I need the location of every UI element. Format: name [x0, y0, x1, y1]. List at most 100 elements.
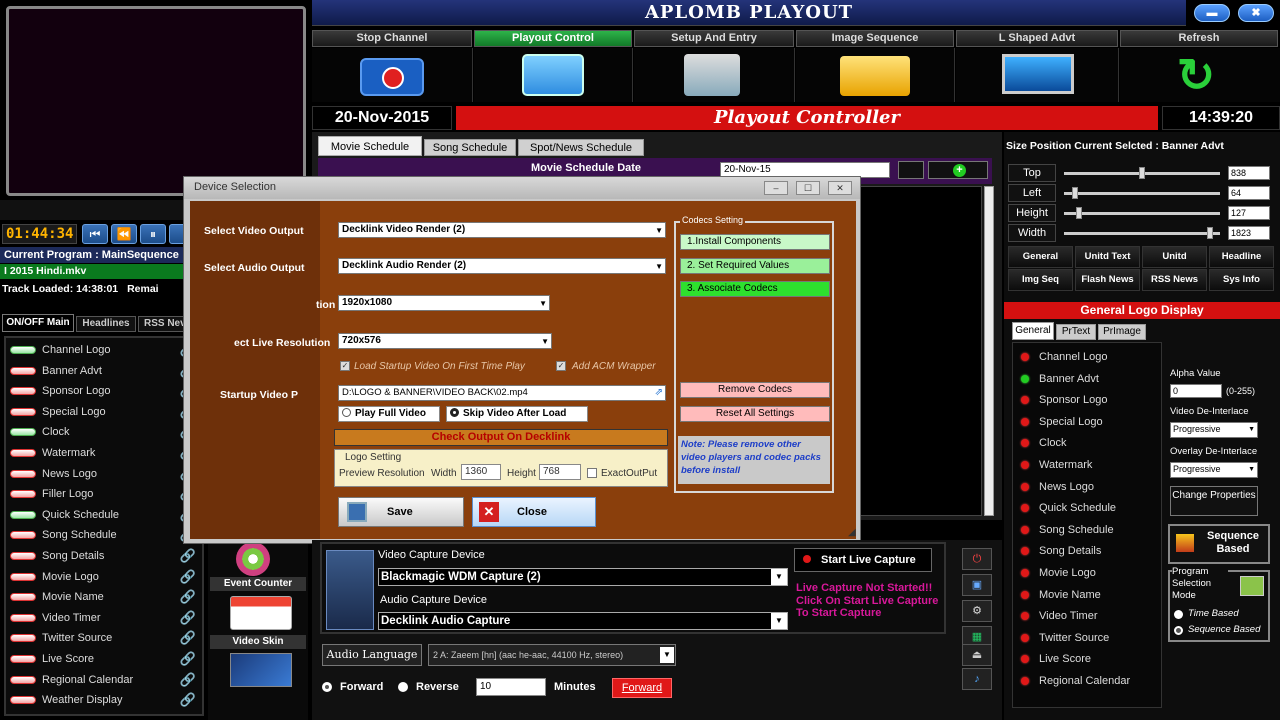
- change-properties-button[interactable]: Change Properties: [1170, 486, 1258, 516]
- paperclip-icon[interactable]: 🔗: [180, 692, 196, 708]
- list-item[interactable]: Video Timer 🔗: [6, 608, 202, 628]
- logo-list-item[interactable]: Movie Name: [1013, 585, 1161, 605]
- toggle-switch[interactable]: [10, 531, 36, 540]
- video-output-select[interactable]: Decklink Video Render (2) ▼: [338, 222, 666, 238]
- logo-list-item[interactable]: Sponsor Logo: [1013, 390, 1161, 410]
- music-tool-icon[interactable]: ♪: [962, 668, 992, 690]
- prev-button[interactable]: ⏮: [82, 224, 108, 244]
- add-acm-checkbox[interactable]: ✓: [556, 361, 566, 371]
- sub-tab-primage[interactable]: PrImage: [1098, 324, 1146, 340]
- media-tool-icon[interactable]: ⏏: [962, 644, 992, 666]
- resize-grip-icon[interactable]: ◢: [848, 527, 856, 538]
- sub-tab-prtext[interactable]: PrText: [1056, 324, 1096, 340]
- save-button[interactable]: Save: [338, 497, 464, 527]
- browse-icon[interactable]: ⇗: [655, 386, 663, 400]
- list-item[interactable]: Special Logo🔗: [6, 402, 202, 422]
- toggle-switch[interactable]: [10, 613, 36, 622]
- tab-movie-schedule[interactable]: Movie Schedule: [318, 136, 422, 156]
- logo-list-item[interactable]: Twitter Source: [1013, 628, 1161, 648]
- list-item[interactable]: Banner Advt🔗: [6, 361, 202, 381]
- slider-thumb[interactable]: [1076, 207, 1082, 219]
- monitor-tool-icon[interactable]: ▣: [962, 574, 992, 596]
- tab-rss-news[interactable]: RSS Nev: [138, 316, 188, 332]
- tab-song-schedule[interactable]: Song Schedule: [424, 139, 516, 156]
- toggle-switch[interactable]: [10, 510, 36, 519]
- audio-language-select[interactable]: 2 A: Zaeem [hn] (aac he-aac, 44100 Hz, s…: [428, 644, 676, 666]
- media-player-icon[interactable]: [236, 542, 270, 576]
- install-components-button[interactable]: 1.Install Components: [680, 234, 830, 250]
- resolution-select[interactable]: 1920x1080 ▼: [338, 295, 550, 311]
- slider-thumb[interactable]: [1071, 187, 1078, 199]
- toggle-switch[interactable]: [10, 593, 36, 602]
- forward-button[interactable]: Forward: [612, 678, 672, 698]
- calendar-icon[interactable]: [230, 596, 292, 630]
- video-path-input[interactable]: D:\LOGO & BANNER\VIDEO BACK\02.mp4 ⇗: [338, 385, 666, 401]
- list-item[interactable]: Filler Logo🔗: [6, 484, 202, 504]
- reverse-radio-icon[interactable]: [398, 682, 408, 692]
- paperclip-icon[interactable]: 🔗: [180, 610, 196, 626]
- video-skin-icon[interactable]: [230, 653, 292, 687]
- settings-tool-icon[interactable]: ⚙: [962, 600, 992, 622]
- audio-output-select[interactable]: Decklink Audio Render (2) ▼: [338, 258, 666, 274]
- alpha-input[interactable]: 0: [1170, 384, 1222, 398]
- dialog-maximize-button[interactable]: ☐: [796, 181, 820, 195]
- paperclip-icon[interactable]: 🔗: [180, 630, 196, 646]
- tab-setup-and-entry[interactable]: Setup And Entry: [634, 30, 794, 47]
- logo-list-item[interactable]: Watermark: [1013, 455, 1161, 475]
- logo-list-item[interactable]: Movie Logo: [1013, 563, 1161, 583]
- slider-track[interactable]: [1064, 232, 1220, 235]
- mode-button[interactable]: General: [1008, 246, 1073, 268]
- height-input[interactable]: 768: [539, 464, 581, 480]
- playout-control-cell[interactable]: [474, 48, 633, 102]
- tab-l-shaped-advt[interactable]: L Shaped Advt: [956, 30, 1118, 47]
- tab-playout-control[interactable]: Playout Control: [474, 30, 632, 47]
- time-based-radio[interactable]: [1174, 610, 1183, 619]
- list-item[interactable]: Channel Logo🔗: [6, 340, 202, 360]
- list-item[interactable]: Movie Name 🔗: [6, 587, 202, 607]
- check-output-button[interactable]: Check Output On Decklink: [334, 429, 668, 446]
- logo-list-item[interactable]: News Logo: [1013, 477, 1161, 497]
- slider-value-input[interactable]: 1823: [1228, 226, 1270, 240]
- slider-thumb[interactable]: [1206, 227, 1213, 239]
- load-startup-checkbox[interactable]: ✓: [340, 361, 350, 371]
- tab-image-sequence[interactable]: Image Sequence: [796, 30, 954, 47]
- toggle-switch[interactable]: [10, 655, 36, 663]
- close-button[interactable]: ✕ Close: [472, 497, 596, 527]
- list-item[interactable]: Song Schedule🔗: [6, 525, 202, 545]
- slider-value-input[interactable]: 64: [1228, 186, 1270, 200]
- forward-radio-icon[interactable]: [322, 682, 332, 692]
- mode-button[interactable]: RSS News: [1142, 269, 1207, 291]
- logo-list-item[interactable]: Quick Schedule: [1013, 498, 1161, 518]
- pause-button[interactable]: ⏸: [140, 224, 166, 244]
- play-full-radio-group[interactable]: Play Full Video: [338, 406, 440, 422]
- toggle-switch[interactable]: [10, 696, 36, 705]
- close-app-button[interactable]: ✖: [1238, 4, 1274, 22]
- toggle-switch[interactable]: [10, 552, 36, 560]
- list-item[interactable]: Weather Display 🔗: [6, 690, 202, 710]
- toggle-switch[interactable]: [10, 469, 36, 478]
- logo-list-item[interactable]: Special Logo: [1013, 412, 1161, 432]
- slider-value-input[interactable]: 127: [1228, 206, 1270, 220]
- audio-capture-select[interactable]: Decklink Audio Capture ▼: [378, 612, 788, 630]
- slider-thumb[interactable]: [1139, 167, 1145, 179]
- refresh-cell[interactable]: ↻: [1120, 48, 1280, 102]
- start-live-capture-button[interactable]: Start Live Capture: [794, 548, 932, 572]
- video-deinterlace-select[interactable]: Progressive ▼: [1170, 422, 1258, 438]
- toggle-switch[interactable]: [10, 407, 36, 416]
- set-required-values-button[interactable]: 2. Set Required Values: [680, 258, 830, 274]
- logo-list-item[interactable]: Song Schedule: [1013, 520, 1161, 540]
- skip-video-radio-group[interactable]: Skip Video After Load: [446, 406, 588, 422]
- tab-headlines[interactable]: Headlines: [76, 316, 136, 332]
- list-item[interactable]: Song Details 🔗: [6, 546, 202, 566]
- mode-button[interactable]: Unitd Text: [1075, 246, 1140, 268]
- mode-button[interactable]: Unitd: [1142, 246, 1207, 268]
- list-item[interactable]: Movie Logo 🔗: [6, 567, 202, 587]
- toggle-switch[interactable]: [10, 572, 36, 581]
- overlay-deinterlace-select[interactable]: Progressive ▼: [1170, 462, 1258, 478]
- associate-codecs-button[interactable]: 3. Associate Codecs: [680, 281, 830, 297]
- l-shaped-advt-cell[interactable]: [956, 48, 1119, 102]
- list-item[interactable]: Regional Calendar 🔗: [6, 670, 202, 690]
- rewind-button[interactable]: ⏪: [111, 224, 137, 244]
- schedule-add-button[interactable]: +: [928, 161, 988, 179]
- slider-track[interactable]: [1064, 212, 1220, 215]
